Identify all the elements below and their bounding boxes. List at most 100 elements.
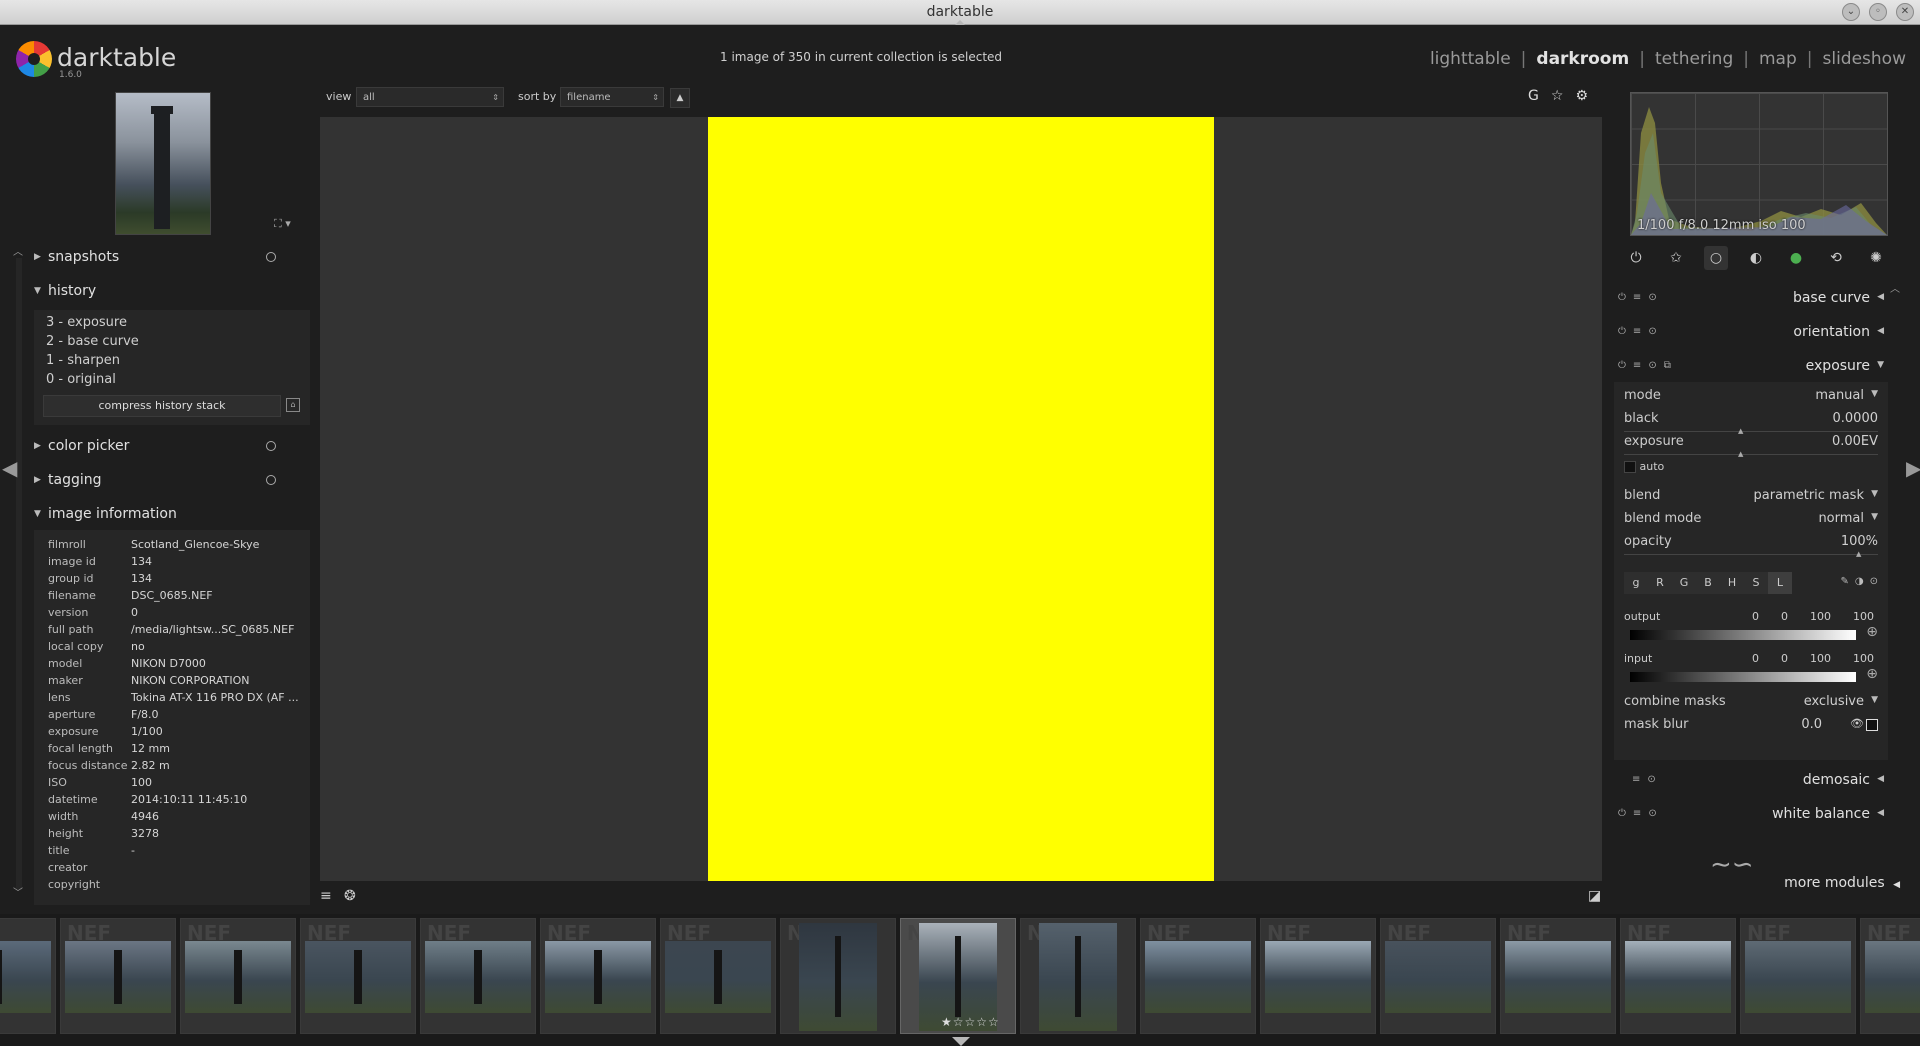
gear-icon[interactable]: ⚙ <box>1575 88 1588 104</box>
module-tagging[interactable]: ▶ tagging <box>34 466 310 494</box>
filmstrip[interactable]: NEFNEFNEFNEFNEFNEFNEFNEFNEF★☆☆☆☆NEFNEFNE… <box>0 914 1920 1046</box>
minimize-button[interactable]: ⌄ <box>1842 3 1860 21</box>
effect-group-icon[interactable]: ✺ <box>1864 246 1888 270</box>
show-mask-icon[interactable]: 👁 <box>1850 717 1864 730</box>
opacity-slider[interactable]: opacity 100% ▲ <box>1624 534 1878 558</box>
input-gradient-slider[interactable] <box>1630 672 1856 682</box>
styles-icon[interactable]: ❂ <box>344 888 356 904</box>
more-modules-button[interactable]: more modules ◀ <box>1784 875 1900 891</box>
filmstrip-thumb[interactable]: NEF <box>1860 918 1920 1034</box>
filmstrip-thumb[interactable]: NEF <box>60 918 176 1034</box>
module-orientation[interactable]: ⏻ ≡ ⊙ orientation ◀ <box>1612 320 1890 346</box>
presets-icon[interactable]: ≡ <box>1632 774 1640 785</box>
checkbox-box[interactable] <box>1624 461 1636 473</box>
right-scroll-up-icon[interactable]: ︿ <box>1890 280 1900 295</box>
reset-icon[interactable]: ⊙ <box>1647 774 1655 785</box>
reset-icon[interactable]: ⊙ <box>1648 326 1656 337</box>
filmstrip-thumb[interactable]: NEF <box>1380 918 1496 1034</box>
invert-icon[interactable]: ◑ <box>1855 576 1864 587</box>
color-group-icon[interactable]: ● <box>1784 246 1808 270</box>
reset-icon[interactable]: ⊙ <box>1648 808 1656 819</box>
sort-direction-button[interactable]: ▲ <box>670 88 690 108</box>
power-icon[interactable]: ⏻ <box>1618 292 1626 303</box>
reset-icon[interactable]: ⊙ <box>1648 360 1656 371</box>
module-exposure[interactable]: ⏻ ≡ ⊙ ⧉ exposure ▼ <box>1612 354 1890 380</box>
filmstrip-thumb[interactable]: NEF <box>1260 918 1376 1034</box>
color-picker-icon[interactable]: ✎ <box>1840 576 1848 587</box>
combine-masks-combo[interactable]: combine masks exclusive ▼ <box>1624 694 1878 714</box>
view-lighttable[interactable]: lighttable <box>1430 49 1511 69</box>
star-icon[interactable]: ☆ <box>1551 88 1564 104</box>
instance-icon[interactable]: ⧉ <box>1664 360 1671 371</box>
filmstrip-thumb[interactable]: NEF <box>420 918 536 1034</box>
basic-group-icon[interactable]: ○ <box>1704 246 1728 270</box>
bottom-panel-toggle-arrow[interactable] <box>952 1037 970 1046</box>
channel-tab[interactable]: G <box>1672 572 1696 594</box>
star-rating[interactable]: ★☆☆☆☆ <box>941 1015 1000 1029</box>
module-white-balance[interactable]: ⏻ ≡ ⊙ white balance ◀ <box>1612 802 1890 828</box>
favorites-icon[interactable]: ✩ <box>1664 246 1688 270</box>
history-item[interactable]: 0 - original <box>46 372 116 387</box>
reset-icon[interactable]: ⊙ <box>1870 576 1878 587</box>
view-filter-combo[interactable]: all ⇕ <box>356 87 504 107</box>
view-slideshow[interactable]: slideshow <box>1823 49 1907 69</box>
filmstrip-thumb-selected[interactable]: NEF★☆☆☆☆ <box>900 918 1016 1034</box>
mask-toggle-icon[interactable] <box>1866 719 1878 731</box>
left-scroll-up-icon[interactable]: ︿ <box>13 243 23 258</box>
power-icon[interactable]: ⏻ <box>1618 360 1626 371</box>
channel-tab[interactable]: H <box>1720 572 1744 594</box>
history-item[interactable]: 2 - base curve <box>46 334 139 349</box>
right-panel-toggle-arrow[interactable]: ▶ <box>1906 456 1920 480</box>
module-demosaic[interactable]: ≡ ⊙ demosaic ◀ <box>1612 768 1890 794</box>
module-image-information[interactable]: ▼ image information <box>34 500 310 528</box>
view-map[interactable]: map <box>1759 49 1797 69</box>
filmstrip-thumb[interactable]: NEF <box>1140 918 1256 1034</box>
exposure-slider[interactable]: exposure 0.00EV ▲ <box>1624 434 1878 458</box>
power-icon[interactable]: ⏻ <box>1624 246 1648 270</box>
presets-icon[interactable]: ≡ <box>1633 292 1641 303</box>
filmstrip-thumb[interactable]: NEF <box>1740 918 1856 1034</box>
lock-icon[interactable]: ⌂ <box>286 398 300 412</box>
zoom-fit-icon[interactable]: ⛶ ▾ <box>274 217 291 231</box>
filmstrip-thumb[interactable]: NEF <box>1020 918 1136 1034</box>
filmstrip-thumb[interactable]: NEF <box>300 918 416 1034</box>
power-icon[interactable]: ⏻ <box>1618 808 1626 819</box>
module-base-curve[interactable]: ⏻ ≡ ⊙ base curve ◀ <box>1612 286 1890 312</box>
filmstrip-thumb[interactable]: NEF <box>660 918 776 1034</box>
correct-group-icon[interactable]: ⟲ <box>1824 246 1848 270</box>
channel-tab[interactable]: S <box>1744 572 1768 594</box>
menu-icon[interactable]: ≡ <box>320 888 332 904</box>
channel-tab[interactable]: B <box>1696 572 1720 594</box>
left-scroll-down-icon[interactable]: ﹀ <box>13 884 23 899</box>
grouping-icon[interactable]: G <box>1528 88 1539 104</box>
module-color-picker[interactable]: ▶ color picker <box>34 432 310 460</box>
filmstrip-thumb[interactable]: NEF <box>0 918 56 1034</box>
history-item[interactable]: 3 - exposure <box>46 315 127 330</box>
reset-icon[interactable]: ⊙ <box>1648 292 1656 303</box>
power-icon[interactable]: ⏻ <box>1618 326 1626 337</box>
histogram[interactable]: 1/100 f/8.0 12mm iso 100 <box>1630 92 1888 236</box>
blend-combo[interactable]: blend parametric mask ▼ <box>1624 488 1878 508</box>
reset-icon[interactable] <box>266 441 276 451</box>
output-gradient-slider[interactable] <box>1630 630 1856 640</box>
mode-combo[interactable]: mode manual ▼ <box>1624 388 1878 408</box>
module-snapshots[interactable]: ▶ snapshots <box>34 243 310 271</box>
presets-icon[interactable]: ≡ <box>1633 360 1641 371</box>
tone-group-icon[interactable]: ◐ <box>1744 246 1768 270</box>
compress-history-button[interactable]: compress history stack <box>43 395 281 417</box>
center-image[interactable] <box>708 117 1214 881</box>
channel-tab-active[interactable]: L <box>1768 572 1792 594</box>
view-tethering[interactable]: tethering <box>1655 49 1733 69</box>
presets-icon[interactable]: ≡ <box>1633 808 1641 819</box>
reset-icon[interactable] <box>266 252 276 262</box>
filmstrip-thumb[interactable]: NEF <box>1500 918 1616 1034</box>
filmstrip-thumb[interactable]: NEF <box>780 918 896 1034</box>
view-darkroom[interactable]: darkroom <box>1536 49 1629 69</box>
mask-blur-slider[interactable]: mask blur 0.0 👁 <box>1624 717 1878 737</box>
reset-icon[interactable] <box>266 475 276 485</box>
filmstrip-thumb[interactable]: NEF <box>180 918 296 1034</box>
black-slider[interactable]: black 0.0000 ▲ <box>1624 411 1878 435</box>
left-panel-toggle-arrow[interactable]: ◀ <box>2 456 17 480</box>
blend-mode-combo[interactable]: blend mode normal ▼ <box>1624 511 1878 531</box>
filmstrip-thumb[interactable]: NEF <box>540 918 656 1034</box>
